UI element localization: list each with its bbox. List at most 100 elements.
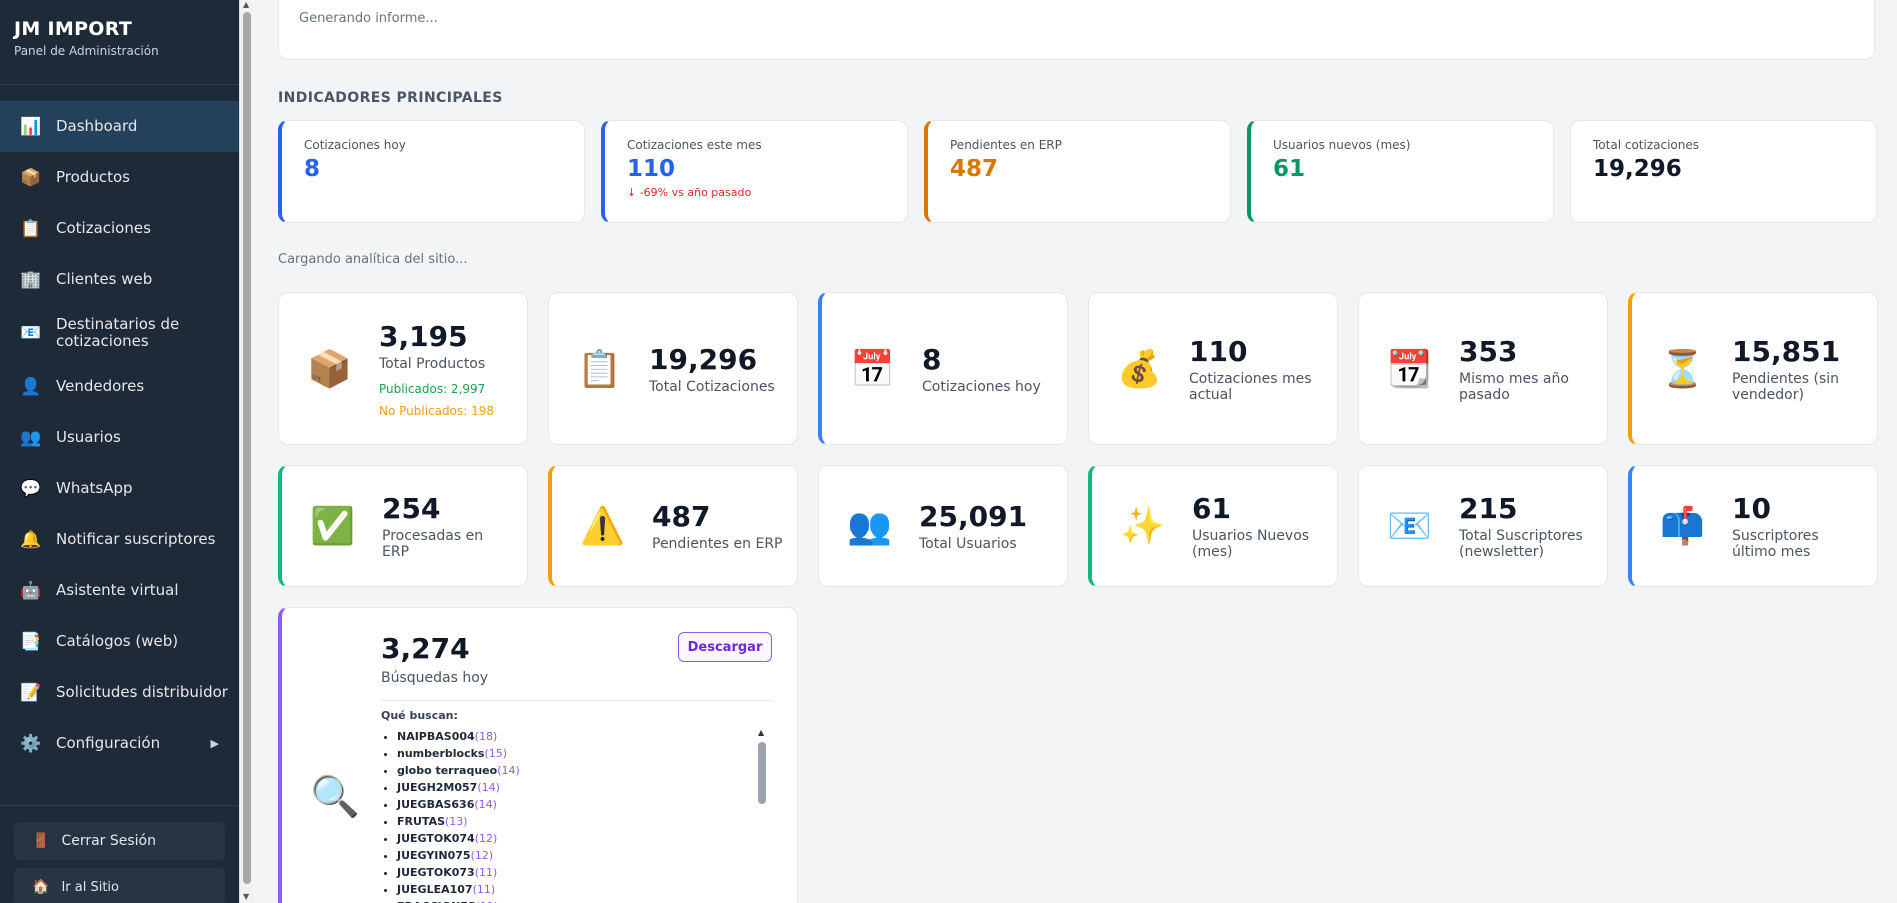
stat-label: Usuarios Nuevos (mes): [1192, 528, 1310, 560]
search-term: JUEGBAS636: [397, 798, 475, 811]
sidebar-item-label: WhatsApp: [56, 479, 133, 497]
stat-icon: 📅: [850, 348, 895, 390]
stat-value: 19,296: [649, 342, 758, 376]
stat-body: 25,091 Total Usuarios: [919, 500, 1067, 552]
sidebar-item-label: Solicitudes distribuidor: [56, 683, 228, 701]
stat-card: 📋 19,296 Total Cotizaciones: [548, 292, 798, 445]
logout-button[interactable]: 🚪 Cerrar Sesión: [14, 822, 225, 860]
brand: JM IMPORT Panel de Administración: [0, 0, 239, 85]
sidebar-item-label: Configuración: [56, 734, 161, 752]
stat-body: 110 Cotizaciones mes actual: [1189, 335, 1337, 403]
sidebar-item-asistente-virtual[interactable]: 🤖 Asistente virtual: [0, 565, 239, 616]
sidebar-item-label: Notificar suscriptores: [56, 530, 216, 548]
scroll-up-arrow-icon[interactable]: ▲: [758, 728, 764, 737]
search-term: JUEGLEA107: [397, 883, 473, 896]
sidebar-item-label: Asistente virtual: [56, 581, 179, 599]
search-terms-list[interactable]: NAIPBAS004(18) numberblocks(15) globo terr…: [381, 728, 772, 903]
expand-caret-icon[interactable]: ▶: [211, 737, 219, 750]
sidebar-item-dashboard[interactable]: 📊 Dashboard: [0, 101, 239, 152]
kpi-label: Usuarios nuevos (mes): [1273, 138, 1411, 152]
sidebar-item-configuraci-n[interactable]: ⚙️ Configuración ▶: [0, 718, 239, 769]
sidebar-item-icon: 🏢: [20, 269, 42, 290]
stat-label: Cotizaciones hoy: [922, 378, 1041, 395]
stat-value: 15,851: [1732, 334, 1841, 368]
search-term: numberblocks: [397, 747, 485, 760]
sidebar-item-destinatarios-de-cotizaciones[interactable]: 📧 Destinatarios de cotizaciones: [0, 305, 239, 361]
search-term: globo terraqueo: [397, 764, 498, 777]
kpi-value: 110: [627, 156, 676, 182]
stat-unpublished: No Publicados: 198: [379, 403, 494, 418]
search-count: (15): [484, 747, 508, 760]
stat-body: 353 Mismo mes año pasado: [1459, 335, 1607, 403]
scroll-down-arrow-icon[interactable]: ▼: [243, 892, 249, 901]
sidebar-item-label: Destinatarios de cotizaciones: [56, 315, 180, 350]
stat-icon: 📆: [1387, 348, 1432, 390]
page-scrollbar[interactable]: ▲ ▼: [239, 0, 253, 903]
sidebar-item-icon: 💬: [20, 478, 42, 499]
stat-icon: 📫: [1660, 506, 1705, 547]
search-term: JUEGTOK073: [397, 866, 475, 879]
search-terms: NAIPBAS004(18) numberblocks(15) globo terr…: [381, 728, 772, 903]
scroll-up-arrow-icon[interactable]: ▲: [243, 0, 249, 9]
sidebar-item-solicitudes-distribuidor[interactable]: 📝 Solicitudes distribuidor: [0, 667, 239, 718]
sidebar-item-vendedores[interactable]: 👤 Vendedores: [0, 361, 239, 412]
sidebar-item-cat-logos-web[interactable]: 📑 Catálogos (web): [0, 616, 239, 667]
stats-row-2: ✅ 254 Procesadas en ERP ⚠️ 487 Pendientes en …: [278, 465, 1878, 587]
search-list-scroll-thumb[interactable]: [758, 742, 766, 804]
divider: [381, 700, 772, 701]
sidebar-item-icon: 📧: [20, 323, 42, 343]
kpi-value: 8: [304, 156, 321, 182]
search-term: JUEGYIN075: [397, 849, 471, 862]
kpi-card: Total cotizaciones 19,296: [1570, 120, 1877, 223]
sidebar-item-usuarios[interactable]: 👥 Usuarios: [0, 412, 239, 463]
search-count: (18): [474, 730, 498, 743]
sidebar-item-clientes-web[interactable]: 🏢 Clientes web: [0, 254, 239, 305]
searches-card: 🔍 3,274 Búsquedas hoy Descargar Qué busc…: [278, 607, 798, 903]
sidebar-item-notificar-suscriptores[interactable]: 🔔 Notificar suscriptores: [0, 514, 239, 565]
stat-label: Total Productos: [379, 355, 486, 372]
scrollbar-thumb[interactable]: [243, 12, 251, 884]
sidebar-item-productos[interactable]: 📦 Productos: [0, 152, 239, 203]
sidebar-item-label: Catálogos (web): [56, 632, 179, 650]
go-to-site-button[interactable]: 🏠 Ir al Sitio: [14, 868, 225, 903]
list-item: JUEGH2M057(14): [397, 779, 772, 796]
sidebar-item-icon: 👤: [20, 376, 42, 397]
kpi-label: Pendientes en ERP: [950, 138, 1062, 152]
search-list-scrollbar[interactable]: ▲ ▼: [756, 728, 768, 903]
searches-value: 3,274: [381, 632, 470, 665]
search-terms-heading: Qué buscan:: [381, 709, 458, 722]
stat-label: Suscriptores último mes: [1732, 528, 1819, 560]
kpi-value: 19,296: [1593, 156, 1682, 182]
stat-value: 61: [1192, 492, 1231, 525]
searches-label: Búsquedas hoy: [381, 670, 489, 686]
stat-card: 📫 10 Suscriptores último mes: [1628, 465, 1878, 587]
stats-row-1: 📦 3,195 Total Productos Publicados: 2,997 No…: [278, 292, 1878, 445]
kpi-label: Cotizaciones hoy: [304, 138, 406, 152]
download-button[interactable]: Descargar: [678, 632, 772, 662]
stat-published: Publicados: 2,997: [379, 381, 486, 396]
search-count: (14): [477, 781, 500, 794]
sidebar-item-whatsapp[interactable]: 💬 WhatsApp: [0, 463, 239, 514]
sidebar: JM IMPORT Panel de Administración 📊 Dashb…: [0, 0, 239, 903]
stat-label: Total Suscriptores (newsletter): [1459, 528, 1583, 560]
kpi-card: Cotizaciones este mes 110 ↓ -69% vs año pa…: [601, 120, 908, 223]
stat-label: Total Usuarios: [919, 536, 1017, 552]
house-icon: 🏠: [32, 879, 50, 895]
list-item: NAIPBAS004(18): [397, 728, 772, 745]
stat-card: 👥 25,091 Total Usuarios: [818, 465, 1068, 587]
stat-body: 3,195 Total Productos Publicados: 2,997 No …: [379, 320, 527, 418]
kpi-label: Cotizaciones este mes: [627, 138, 762, 152]
sidebar-item-cotizaciones[interactable]: 📋 Cotizaciones: [0, 203, 239, 254]
sidebar-item-label: Cotizaciones: [56, 219, 151, 237]
sidebar-item-icon: 📊: [20, 116, 42, 137]
stat-value: 3,195: [379, 319, 468, 353]
stat-label: Procesadas en ERP: [382, 528, 484, 560]
stat-label: Pendientes en ERP: [652, 536, 783, 552]
stat-card: ⚠️ 487 Pendientes en ERP: [548, 465, 798, 587]
list-item: FRACCIONES(11): [397, 898, 772, 903]
search-count: (11): [474, 866, 498, 879]
sidebar-item-label: Vendedores: [56, 377, 145, 395]
stat-value: 25,091: [919, 500, 1028, 533]
sidebar-item-label: Productos: [56, 168, 130, 186]
stat-body: 487 Pendientes en ERP: [652, 500, 797, 552]
